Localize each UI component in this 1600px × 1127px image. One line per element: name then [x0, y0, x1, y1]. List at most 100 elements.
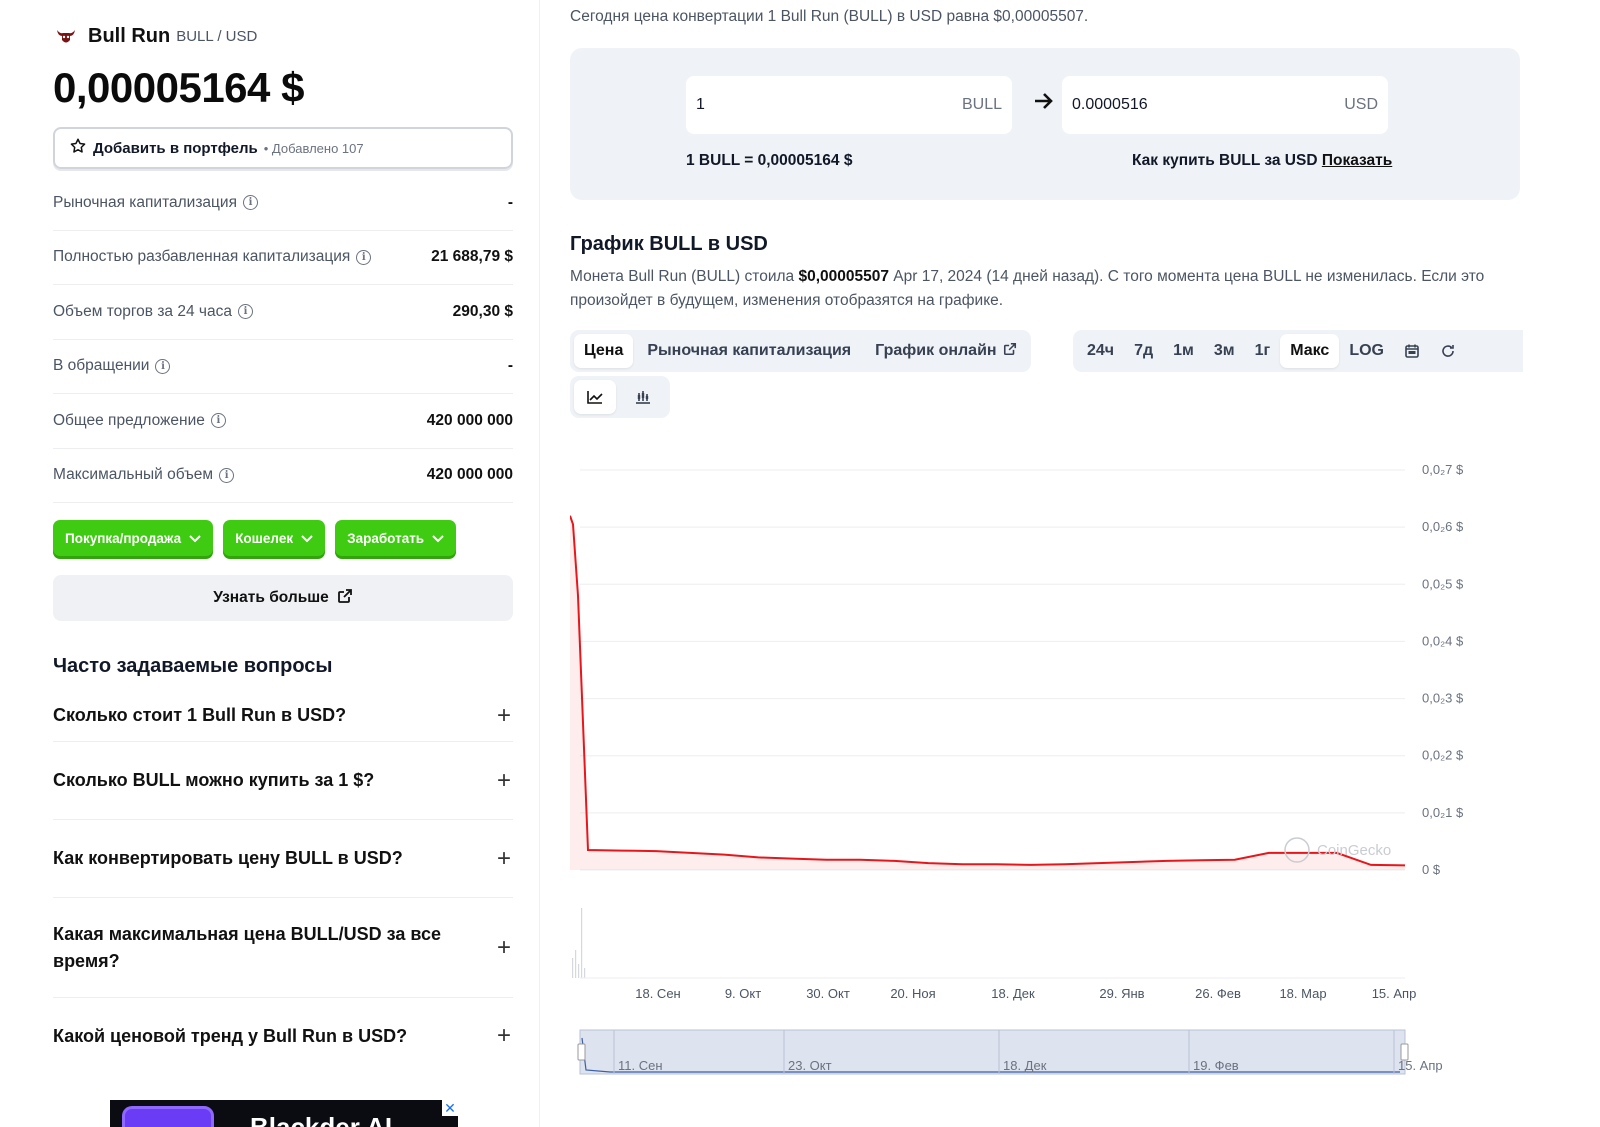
volume-bar — [575, 950, 577, 978]
info-icon[interactable]: i — [219, 467, 235, 483]
close-ad-icon[interactable]: ✕ — [442, 1100, 458, 1116]
refresh-icon[interactable] — [1430, 334, 1466, 368]
star-icon — [69, 137, 87, 160]
external-link-icon — [1003, 342, 1017, 361]
line-chart-icon[interactable] — [574, 380, 616, 414]
info-icon[interactable]: i — [356, 249, 372, 265]
stat-row: Рыночная капитализация i - — [53, 176, 513, 231]
navigator-tick-label: 18. Дек — [1003, 1058, 1047, 1073]
y-tick-label: 0 $ — [1422, 862, 1441, 877]
to-amount-input[interactable]: 0.0000516 USD — [1062, 76, 1388, 134]
info-icon[interactable]: i — [242, 195, 258, 211]
stat-value: - — [507, 193, 513, 211]
x-tick-label: 18. Сен — [635, 986, 680, 1001]
external-link-icon — [337, 588, 353, 609]
faq-item[interactable]: Как конвертировать цену BULL в USD? + — [53, 820, 513, 898]
earn-label: Заработать — [347, 530, 425, 546]
ad-logo — [122, 1106, 214, 1127]
plus-icon: + — [496, 934, 511, 961]
info-icon[interactable]: i — [155, 358, 171, 374]
svg-text:CoinGecko: CoinGecko — [1317, 842, 1391, 859]
faq-question: Какая максимальная цена BULL/USD за все … — [53, 923, 441, 971]
navigator-handle — [577, 1043, 586, 1061]
price-area — [570, 515, 1405, 870]
range-navigator[interactable]: 11. Сен 23. Окт 18. Дек 19. Фев 15. Апр — [577, 1029, 1443, 1075]
buy-sell-button[interactable]: Покупка/продажа — [53, 520, 214, 556]
ad-text: Blackder AI — [250, 1112, 393, 1127]
faq-item[interactable]: Сколько BULL можно купить за 1 $? + — [53, 742, 513, 820]
stat-label: Максимальный объем — [53, 466, 214, 484]
range-3m[interactable]: 3м — [1204, 334, 1245, 368]
chevron-down-icon — [301, 531, 313, 546]
faq-question: Сколько стоит 1 Bull Run в USD? — [53, 705, 347, 725]
navigator-window — [579, 1029, 1406, 1075]
stat-row: Объем торгов за 24 часа i 290,30 $ — [53, 285, 513, 340]
to-value: 0.0000516 — [1072, 96, 1148, 113]
stat-value: - — [507, 357, 513, 375]
earn-button[interactable]: Заработать — [335, 520, 457, 556]
stat-label: В обращении — [53, 357, 150, 375]
volume-bar — [572, 958, 574, 978]
converter-box: 1 BULL 0.0000516 USD 1 BULL = 0,00005164… — [570, 48, 1520, 200]
chart-type-tabs: Цена Рыночная капитализация График онлай… — [570, 330, 1031, 372]
tab-live-chart[interactable]: График онлайн — [865, 334, 1026, 368]
converter-and-chart: Сегодня цена конвертации 1 Bull Run (BUL… — [570, 0, 1580, 1127]
volume-bar — [581, 908, 583, 978]
to-unit: USD — [1344, 96, 1378, 113]
faq-list: Сколько стоит 1 Bull Run в USD? + Сколько… — [53, 690, 513, 1074]
stat-label: Объем торгов за 24 часа — [53, 302, 232, 320]
tab-market-cap[interactable]: Рыночная капитализация — [637, 334, 861, 368]
stat-value: 420 000 000 — [426, 411, 513, 429]
from-amount-input[interactable]: 1 BULL — [686, 76, 1012, 134]
info-icon[interactable]: i — [237, 304, 253, 320]
price-chart[interactable]: 0,0₂7 $ 0,0₂6 $ 0,0₂5 $ 0,0₂4 $ 0,0₂3 $ 0,0₂2… — [570, 440, 1520, 1110]
range-24h[interactable]: 24ч — [1077, 334, 1124, 368]
y-tick-label: 0,0₂1 $ — [1422, 805, 1464, 820]
wallet-button[interactable]: Кошелек — [223, 520, 326, 556]
buy-sell-label: Покупка/продажа — [65, 530, 182, 546]
chart-title: График BULL в USD — [570, 233, 768, 255]
coin-pair: BULL / USD — [176, 27, 258, 45]
stat-value: 290,30 $ — [452, 302, 513, 320]
info-icon[interactable]: i — [210, 413, 226, 429]
from-unit: BULL — [961, 96, 1002, 113]
faq-item[interactable]: Какая максимальная цена BULL/USD за все … — [53, 898, 513, 998]
stat-row: В обращении i - — [53, 340, 513, 394]
x-tick-label: 18. Мар — [1279, 986, 1326, 1001]
tab-price[interactable]: Цена — [574, 334, 634, 368]
show-link[interactable]: Показать — [1322, 152, 1392, 169]
chart-description: Монета Bull Run (BULL) стоила $0,0000550… — [570, 265, 1520, 313]
how-to-buy: Как купить BULL за USD Показать — [1132, 152, 1392, 170]
faq-item[interactable]: Сколько стоит 1 Bull Run в USD? + — [53, 690, 513, 742]
add-to-portfolio-button[interactable]: Добавить в портфель • Добавлено 107 — [53, 127, 513, 169]
stat-row: Полностью разбавленная капитализация i 21… — [53, 231, 513, 285]
from-value: 1 — [696, 96, 705, 113]
range-tabs: 24ч 7д 1м 3м 1г Макс LOG — [1073, 330, 1523, 372]
range-7d[interactable]: 7д — [1124, 334, 1163, 368]
learn-more-button[interactable]: Узнать больше — [53, 575, 513, 621]
learn-more-label: Узнать больше — [213, 589, 329, 606]
stat-label: Общее предложение — [53, 411, 205, 429]
range-log[interactable]: LOG — [1339, 334, 1394, 368]
calendar-icon[interactable] — [1394, 334, 1430, 368]
chart-style-tabs — [570, 376, 670, 418]
plus-icon: + — [496, 701, 511, 729]
conversion-note: Сегодня цена конвертации 1 Bull Run (BUL… — [570, 8, 1089, 25]
plus-icon: + — [496, 1022, 511, 1049]
how-to-buy-label: Как купить BULL за USD — [1132, 152, 1318, 169]
volume-bars — [572, 908, 1405, 979]
range-1y[interactable]: 1г — [1245, 334, 1281, 368]
x-tick-label: 20. Ноя — [890, 986, 935, 1001]
action-buttons: Покупка/продажа Кошелек Заработать — [53, 520, 457, 556]
range-1m[interactable]: 1м — [1163, 334, 1204, 368]
portfolio-label: Добавить в портфель — [93, 139, 258, 157]
navigator-tick-label: 19. Фев — [1193, 1058, 1239, 1073]
coin-info-panel: Bull Run BULL / USD 0,00005164 $ Добавит… — [0, 0, 540, 1127]
advertisement-banner[interactable]: Blackder AI ✕ — [110, 1100, 458, 1127]
range-max[interactable]: Макс — [1280, 334, 1340, 368]
stat-value: 420 000 000 — [426, 466, 513, 484]
faq-item[interactable]: Какой ценовой тренд у Bull Run в USD? + — [53, 998, 513, 1074]
candlestick-chart-icon[interactable] — [622, 380, 664, 414]
x-tick-label: 26. Фев — [1195, 986, 1241, 1001]
desc-price: $0,00005507 — [798, 268, 889, 285]
